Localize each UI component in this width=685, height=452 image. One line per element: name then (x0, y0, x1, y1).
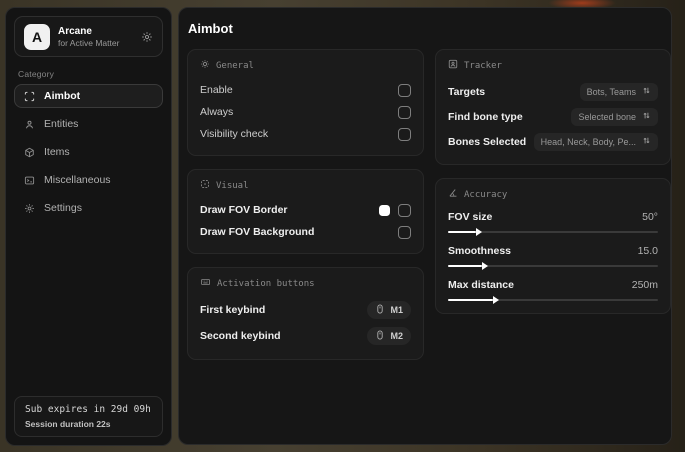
setting-row-enable: Enable (200, 79, 411, 101)
gear-icon (24, 203, 35, 214)
sidebar-nav: Aimbot Entities Items Miscellaneous Sett… (6, 84, 171, 220)
tracker-row-find-bone: Find bone type Selected bone (448, 104, 658, 129)
tracker-card: Tracker Targets Bots, Teams Find bone ty… (435, 49, 671, 165)
person-target-icon (24, 119, 35, 130)
setting-label: Always (200, 106, 234, 118)
sidebar-item-label: Entities (44, 118, 79, 130)
keybind-row-first: First keybind M1 (200, 297, 411, 323)
left-column: General Enable Always Visibility check V… (187, 49, 424, 360)
swap-vertical-icon (642, 136, 651, 147)
viewport-icon (200, 179, 210, 192)
tracker-header: Tracker (448, 59, 658, 72)
keybind-label: Second keybind (200, 330, 281, 342)
right-column: Tracker Targets Bots, Teams Find bone ty… (435, 49, 671, 314)
swap-vertical-icon (642, 111, 651, 122)
terminal-icon (24, 175, 35, 186)
slider-label: Max distance (448, 279, 514, 291)
cube-icon (24, 147, 35, 158)
keyboard-icon (200, 277, 211, 290)
tracker-label: Find bone type (448, 110, 523, 123)
category-label: Category (18, 69, 55, 79)
setting-row-always: Always (200, 101, 411, 123)
activation-card: Activation buttons First keybind M1 Seco… (187, 267, 424, 360)
swap-vertical-icon (642, 86, 651, 97)
smoothness-slider[interactable] (448, 261, 658, 270)
setting-row-fov-background: Draw FOV Background (200, 221, 411, 243)
slider-group-smoothness: Smoothness 15.0 (448, 242, 658, 270)
max-distance-slider[interactable] (448, 295, 658, 304)
targets-dropdown[interactable]: Bots, Teams (579, 82, 658, 101)
setting-label: Draw FOV Border (200, 204, 288, 216)
slider-label: FOV size (448, 211, 493, 223)
visual-card: Visual Draw FOV Border Draw FOV Backgrou… (187, 169, 424, 254)
sidebar: A Arcane for Active Matter Category Aimb… (5, 7, 172, 446)
visual-header: Visual (200, 179, 411, 192)
visibility-check-checkbox[interactable] (398, 127, 411, 141)
app-name: Arcane (58, 25, 92, 37)
sidebar-item-label: Aimbot (44, 90, 81, 102)
sidebar-item-items[interactable]: Items (14, 140, 163, 164)
sidebar-item-miscellaneous[interactable]: Miscellaneous (14, 168, 163, 192)
slider-fill[interactable] (448, 227, 483, 236)
activation-header: Activation buttons (200, 277, 411, 290)
color-swatch[interactable] (379, 204, 390, 216)
sidebar-item-entities[interactable]: Entities (14, 112, 163, 136)
main-panel: Aimbot General Enable Always Visibility … (178, 7, 672, 445)
tracker-label: Targets (448, 85, 486, 98)
app-subtitle: for Active Matter (58, 38, 120, 49)
accuracy-card: Accuracy FOV size 50° Smoothness 15.0 Ma… (435, 178, 671, 314)
bones-selected-dropdown[interactable]: Head, Neck, Body, Pe... (533, 132, 658, 151)
slider-value: 50° (642, 211, 658, 223)
find-bone-type-dropdown[interactable]: Selected bone (571, 107, 658, 126)
always-checkbox[interactable] (398, 105, 411, 119)
slider-fill[interactable] (448, 261, 488, 270)
slider-value: 15.0 (637, 245, 658, 257)
session-duration-text: Session duration 22s (25, 419, 111, 429)
enable-checkbox[interactable] (398, 83, 411, 97)
sidebar-item-label: Items (44, 146, 70, 158)
second-keybind-button[interactable]: M2 (367, 327, 411, 345)
sidebar-item-label: Miscellaneous (44, 174, 111, 186)
scan-icon (24, 91, 35, 102)
app-logo: A (24, 23, 50, 50)
tracker-label: Bones Selected (448, 135, 527, 148)
slider-group-max-distance: Max distance 250m (448, 276, 658, 304)
mouse-icon (375, 304, 385, 316)
slider-fill[interactable] (448, 295, 500, 304)
setting-label: Draw FOV Background (200, 226, 315, 238)
setting-row-visibility-check: Visibility check (200, 123, 411, 145)
tracker-row-bones-selected: Bones Selected Head, Neck, Body, Pe... (448, 129, 658, 154)
setting-label: Visibility check (200, 128, 269, 140)
angle-icon (448, 188, 458, 201)
slider-label: Smoothness (448, 245, 512, 257)
tracker-row-targets: Targets Bots, Teams (448, 79, 658, 104)
keybind-label: First keybind (200, 304, 266, 316)
sidebar-item-settings[interactable]: Settings (14, 196, 163, 220)
general-card: General Enable Always Visibility check (187, 49, 424, 156)
keybind-row-second: Second keybind M2 (200, 323, 411, 349)
fov-border-checkbox[interactable] (398, 203, 411, 217)
tracker-icon (448, 59, 458, 72)
subscription-box: Sub expires in 29d 09h Session duration … (14, 396, 163, 437)
setting-label: Enable (200, 84, 233, 96)
crosshair-gear-icon (200, 59, 210, 72)
page-title: Aimbot (188, 21, 233, 36)
slider-value: 250m (631, 279, 658, 291)
general-header: General (200, 59, 411, 72)
gear-icon[interactable] (141, 31, 153, 43)
mouse-icon (375, 330, 385, 342)
setting-row-fov-border: Draw FOV Border (200, 199, 411, 221)
sidebar-item-label: Settings (44, 202, 82, 214)
sub-expires-text: Sub expires in 29d 09h (25, 404, 151, 415)
fov-background-checkbox[interactable] (398, 225, 411, 239)
sidebar-item-aimbot[interactable]: Aimbot (14, 84, 163, 108)
slider-group-fov-size: FOV size 50° (448, 208, 658, 236)
fov-size-slider[interactable] (448, 227, 658, 236)
app-header: A Arcane for Active Matter (14, 16, 163, 57)
accuracy-header: Accuracy (448, 188, 658, 201)
first-keybind-button[interactable]: M1 (367, 301, 411, 319)
